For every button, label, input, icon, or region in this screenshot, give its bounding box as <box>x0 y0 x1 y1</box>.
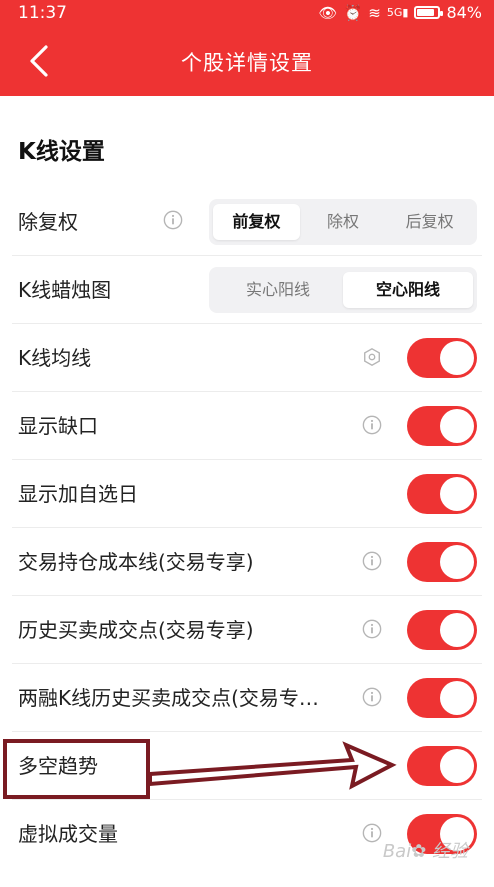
row-label: 显示缺口 <box>18 414 98 438</box>
row-label: K线蜡烛图 <box>18 278 112 302</box>
page-title: 个股详情设置 <box>181 51 313 75</box>
annotation-highlight-box <box>3 739 150 799</box>
candle-segmented-control: 实心阳线 空心阳线 <box>209 267 477 313</box>
cost-line-toggle[interactable] <box>407 542 477 582</box>
section-title: K线设置 <box>18 139 105 165</box>
info-icon[interactable] <box>362 415 382 435</box>
info-icon[interactable] <box>362 551 382 571</box>
battery-fill <box>417 9 435 16</box>
row-margin-points: 两融K线历史买卖成交点(交易专… <box>0 664 494 732</box>
row-label: 虚拟成交量 <box>18 822 118 846</box>
eye-icon: 👁 <box>318 3 338 22</box>
info-icon[interactable] <box>362 687 382 707</box>
info-icon[interactable] <box>163 210 183 230</box>
status-time: 11:37 <box>18 3 67 23</box>
row-label: 交易持仓成本线(交易专享) <box>18 550 254 574</box>
row-candle: K线蜡烛图 实心阳线 空心阳线 <box>0 256 494 324</box>
network-type: 5G <box>386 6 403 19</box>
toggle-knob <box>440 545 474 579</box>
alarm-icon: ⏰ <box>343 3 363 22</box>
row-label: K线均线 <box>18 346 92 370</box>
app-bar: 个股详情设置 <box>0 26 494 96</box>
option-backward-adjust[interactable]: 后复权 <box>386 204 473 240</box>
adjust-segmented-control: 前复权 除权 后复权 <box>209 199 477 245</box>
toggle-knob <box>440 613 474 647</box>
trade-points-toggle[interactable] <box>407 610 477 650</box>
status-icons: 👁 ⏰ ≋ 5G▮ 84% <box>319 3 482 22</box>
margin-points-toggle[interactable] <box>407 678 477 718</box>
row-label: 显示加自选日 <box>18 482 138 506</box>
watch-day-toggle[interactable] <box>407 474 477 514</box>
row-watch-day: 显示加自选日 <box>0 460 494 528</box>
row-label: 两融K线历史买卖成交点(交易专… <box>18 686 319 710</box>
info-icon[interactable] <box>362 619 382 639</box>
status-bar: 11:37 👁 ⏰ ≋ 5G▮ 84% <box>0 0 494 26</box>
battery-icon <box>414 6 444 19</box>
toggle-knob <box>440 749 474 783</box>
toggle-knob <box>440 681 474 715</box>
row-adjust: 除复权 前复权 除权 后复权 <box>0 188 494 256</box>
wifi-icon: ≋ <box>368 3 381 22</box>
watermark: Bai✿ 经验 <box>382 841 468 862</box>
toggle-knob <box>440 409 474 443</box>
option-solid-candle[interactable]: 实心阳线 <box>213 272 343 308</box>
option-hollow-candle[interactable]: 空心阳线 <box>343 272 473 308</box>
toggle-knob <box>440 341 474 375</box>
row-ma: K线均线 <box>0 324 494 392</box>
toggle-knob <box>440 477 474 511</box>
hexagon-settings-icon[interactable] <box>362 347 382 367</box>
trend-toggle[interactable] <box>407 746 477 786</box>
row-label: 除复权 <box>18 210 78 234</box>
info-icon[interactable] <box>362 823 382 843</box>
row-gap: 显示缺口 <box>0 392 494 460</box>
row-trade-points: 历史买卖成交点(交易专享) <box>0 596 494 664</box>
row-cost-line: 交易持仓成本线(交易专享) <box>0 528 494 596</box>
signal-icon: 5G▮ <box>386 6 409 19</box>
gap-toggle[interactable] <box>407 406 477 446</box>
ma-toggle[interactable] <box>407 338 477 378</box>
battery-percent: 84% <box>446 3 482 22</box>
option-ex-rights[interactable]: 除权 <box>300 204 387 240</box>
option-forward-adjust[interactable]: 前复权 <box>213 204 300 240</box>
row-label: 历史买卖成交点(交易专享) <box>18 618 254 642</box>
